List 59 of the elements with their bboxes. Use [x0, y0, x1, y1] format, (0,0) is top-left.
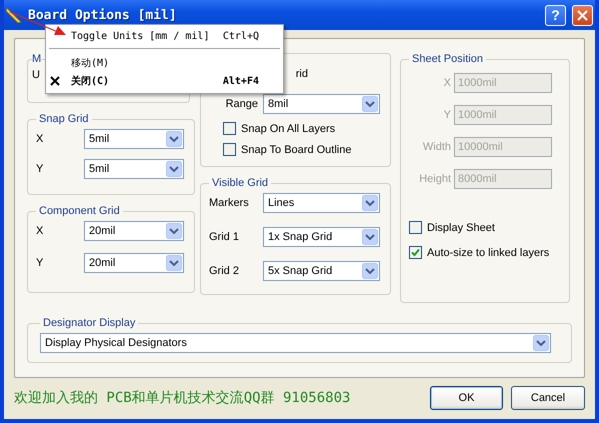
checkbox[interactable]: [223, 122, 236, 135]
field-label: Range: [224, 98, 258, 110]
group-title: Component Grid: [38, 205, 121, 217]
field-label: Grid 1: [209, 231, 240, 243]
field-label: Grid 2: [209, 265, 240, 277]
dropdown[interactable]: 5mil: [84, 129, 184, 149]
group-title: Visible Grid: [211, 177, 270, 189]
field-label: Width: [422, 141, 451, 153]
dropdown[interactable]: Lines: [263, 193, 380, 213]
menu-item[interactable]: 关闭(C) Alt+F4: [46, 72, 283, 90]
promo-text: 欢迎加入我的 PCB和单片机技术交流QQ群 91056803: [14, 389, 352, 407]
dropdown[interactable]: 20mil: [84, 253, 184, 273]
field-label: Y: [442, 109, 451, 121]
pointer-arrow: [10, 11, 66, 35]
chevron-down-icon: [533, 335, 549, 351]
checkbox[interactable]: [409, 246, 422, 259]
ruler-icon: [6, 7, 22, 23]
field-label: Y: [36, 163, 44, 175]
chevron-down-icon: [166, 255, 182, 271]
close-icon: [50, 76, 60, 86]
field-label: X: [36, 133, 44, 145]
checkbox-label: rid: [296, 68, 308, 80]
group-title: M: [32, 53, 42, 65]
field-label: Y: [36, 257, 44, 269]
field-label: Height: [418, 173, 451, 185]
chevron-down-icon: [166, 161, 182, 177]
chevron-down-icon: [362, 195, 378, 211]
ok-button[interactable]: OK: [430, 386, 503, 410]
dropdown[interactable]: Display Physical Designators: [40, 333, 551, 353]
chevron-down-icon: [362, 263, 378, 279]
close-button[interactable]: [572, 4, 593, 26]
help-button[interactable]: ?: [545, 4, 566, 26]
group-title: Sheet Position: [411, 53, 484, 65]
checkbox[interactable]: [409, 221, 422, 234]
dropdown[interactable]: 8mil: [263, 94, 380, 114]
chevron-down-icon: [362, 229, 378, 245]
window-title: Board Options [mil]: [28, 8, 178, 22]
close-icon: [577, 10, 588, 20]
checkbox-label: Auto-size to linked layers: [427, 246, 550, 258]
dropdown[interactable]: 5x Snap Grid: [263, 261, 380, 281]
group-title: Snap Grid: [38, 113, 90, 125]
dropdown[interactable]: 5mil: [84, 159, 184, 179]
checkbox-label: Snap To Board Outline: [241, 144, 352, 156]
checkbox-label: Snap On All Layers: [241, 122, 336, 134]
menu-item[interactable]: Toggle Units [mm / mil] Ctrl+Q: [46, 27, 283, 45]
checkbox[interactable]: [223, 143, 236, 156]
menu-item[interactable]: 移动(M): [46, 54, 283, 72]
chevron-down-icon: [362, 96, 378, 112]
cancel-button[interactable]: Cancel: [511, 386, 585, 410]
field-label: X: [442, 77, 451, 89]
field-label: Markers: [209, 197, 250, 209]
field-label: X: [36, 225, 44, 237]
dropdown[interactable]: 1x Snap Grid: [263, 227, 380, 247]
dropdown[interactable]: 20mil: [84, 221, 184, 241]
chevron-down-icon: [166, 131, 182, 147]
group-title: Designator Display: [42, 317, 136, 329]
field-label: U: [32, 69, 40, 81]
chevron-down-icon: [166, 223, 182, 239]
checkbox-label: Display Sheet: [427, 222, 495, 234]
